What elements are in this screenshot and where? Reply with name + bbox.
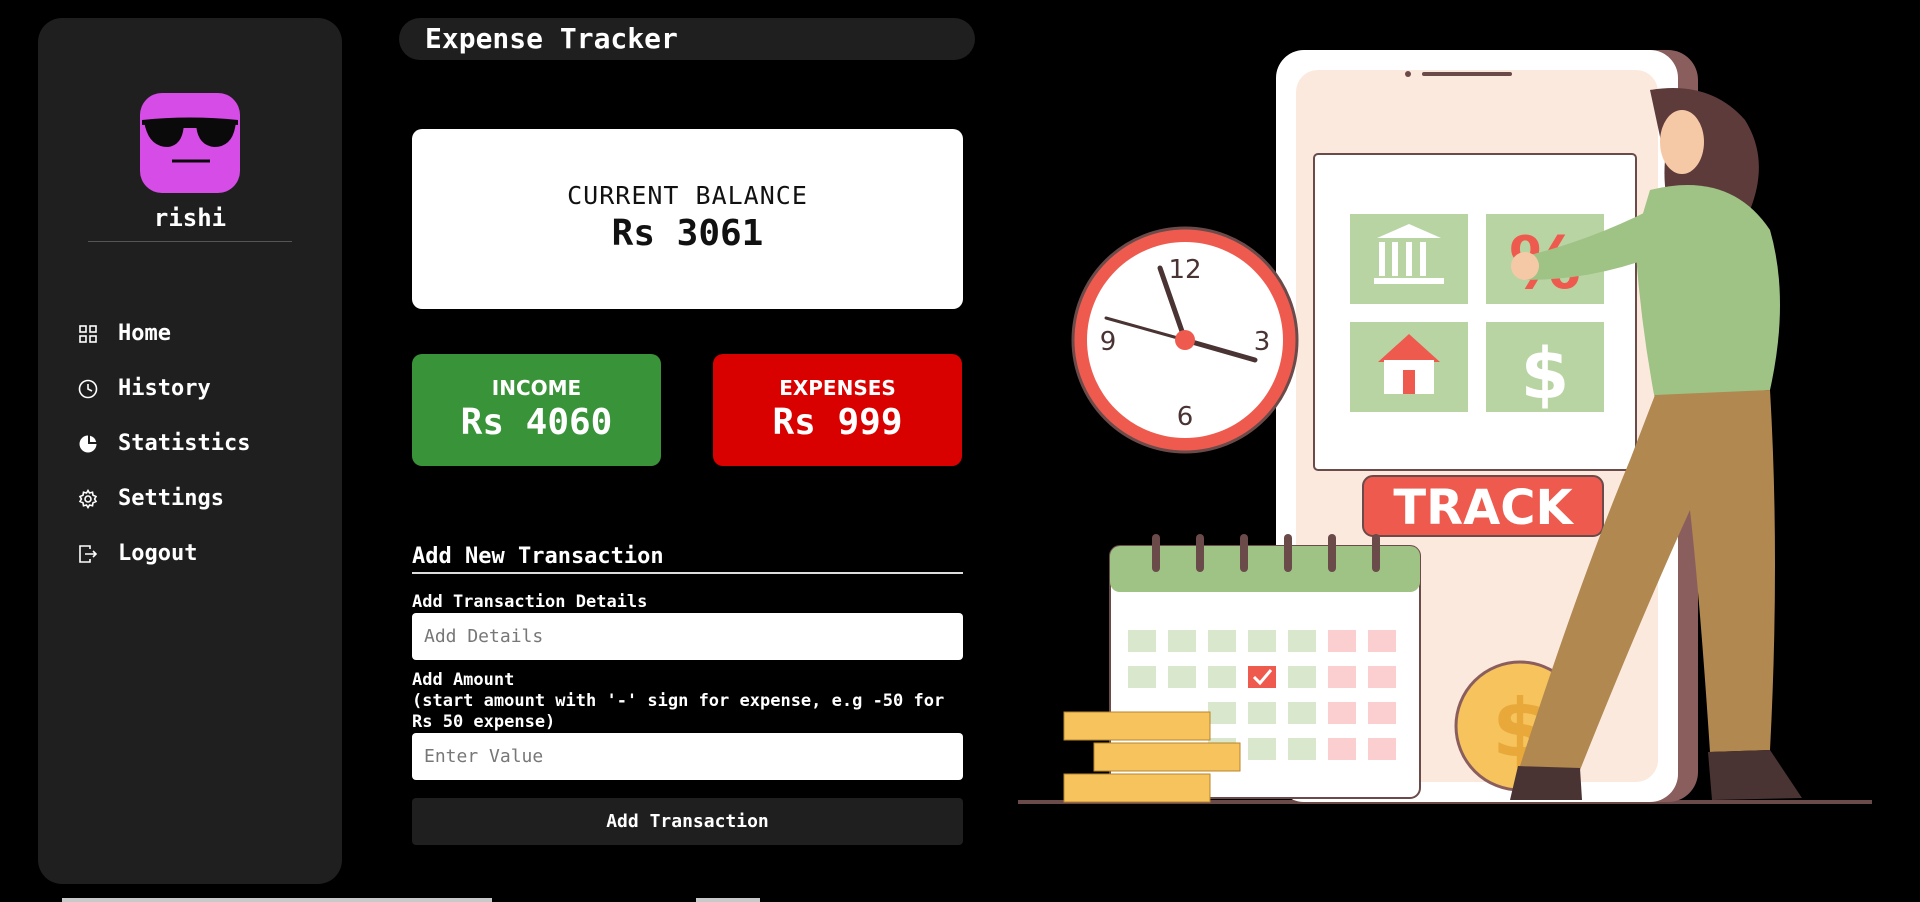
balance-label: CURRENT BALANCE — [567, 181, 808, 210]
details-input[interactable] — [412, 613, 963, 660]
income-value: Rs 4060 — [460, 402, 613, 443]
expenses-card: EXPENSES Rs 999 — [713, 354, 962, 466]
pie-chart-icon — [78, 434, 98, 454]
add-transaction-button[interactable]: Add Transaction — [412, 798, 963, 845]
amount-input[interactable] — [412, 733, 963, 780]
sidebar-item-label: Home — [118, 321, 171, 346]
form-title: Add New Transaction — [412, 544, 963, 574]
sidebar-item-statistics[interactable]: Statistics — [78, 416, 250, 471]
svg-text:6: 6 — [1177, 402, 1194, 432]
avatar — [140, 93, 240, 193]
track-banner-text: TRACK — [1393, 480, 1574, 536]
dollar-icon: $ — [1521, 333, 1570, 415]
income-label: INCOME — [491, 376, 582, 400]
page-title: Expense Tracker — [399, 18, 975, 60]
clock-icon — [78, 379, 98, 399]
svg-text:9: 9 — [1100, 327, 1117, 357]
sidebar-divider — [88, 241, 292, 242]
sidebar-item-settings[interactable]: Settings — [78, 471, 250, 526]
sidebar-nav: Home History Statistics Settings Logout — [78, 306, 250, 581]
amount-hint: (start amount with '-' sign for expense,… — [412, 691, 945, 732]
sidebar-item-logout[interactable]: Logout — [78, 526, 250, 581]
username: rishi — [153, 204, 227, 232]
expenses-label: EXPENSES — [779, 376, 896, 400]
bottom-scroll-indicator — [62, 898, 492, 902]
sidebar-item-label: Logout — [118, 541, 198, 566]
transaction-form: Add New Transaction Add Transaction Deta… — [412, 544, 963, 845]
tracking-illustration: % $ TRACK 12 3 6 9 — [1010, 40, 1890, 824]
sidebar-item-history[interactable]: History — [78, 361, 250, 416]
sidebar: rishi Home History Statistics Settings L… — [38, 18, 342, 884]
sunglasses-face-icon — [142, 117, 238, 163]
balance-value: Rs 3061 — [611, 213, 764, 254]
svg-text:3: 3 — [1254, 327, 1271, 357]
expenses-value: Rs 999 — [772, 402, 903, 443]
balance-card: CURRENT BALANCE Rs 3061 — [412, 129, 963, 309]
income-card: INCOME Rs 4060 — [412, 354, 661, 466]
amount-label: Add Amount — [412, 670, 515, 690]
clock-illustration: 12 3 6 9 — [1071, 226, 1299, 454]
sidebar-item-label: Settings — [118, 486, 224, 511]
details-label: Add Transaction Details — [412, 592, 648, 612]
sidebar-item-label: History — [118, 376, 211, 401]
bottom-scroll-indicator — [696, 898, 760, 902]
sidebar-item-home[interactable]: Home — [78, 306, 250, 361]
sidebar-item-label: Statistics — [118, 431, 251, 456]
svg-text:12: 12 — [1168, 255, 1201, 285]
logout-icon — [78, 544, 98, 564]
grid-icon — [78, 324, 98, 344]
gear-icon — [78, 488, 98, 509]
